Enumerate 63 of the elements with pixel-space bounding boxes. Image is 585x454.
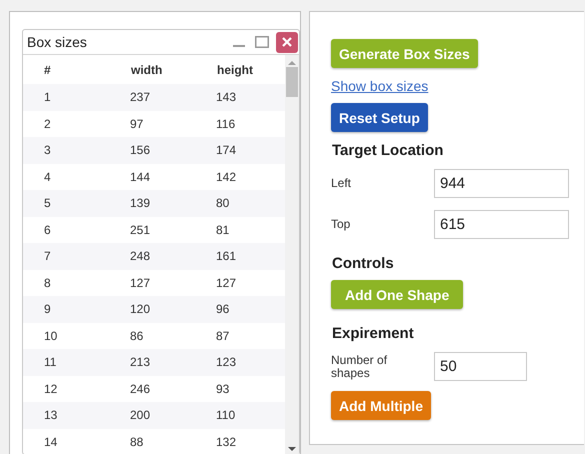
table-cell: 132 bbox=[216, 428, 286, 454]
table-cell: 116 bbox=[216, 110, 286, 137]
field-label: Number of shapes bbox=[331, 354, 388, 380]
table-cell: 86 bbox=[130, 322, 216, 349]
column-header: height bbox=[216, 55, 286, 84]
table-cell: 110 bbox=[216, 402, 286, 428]
close-button[interactable] bbox=[276, 32, 298, 52]
table-cell: 13 bbox=[23, 402, 130, 428]
link[interactable]: Show box sizes bbox=[331, 78, 428, 94]
column-header: # bbox=[23, 55, 130, 84]
table-cell: 213 bbox=[130, 349, 216, 376]
table-cell: 3 bbox=[23, 137, 130, 164]
table-cell: 6 bbox=[23, 216, 130, 243]
table-cell: 11 bbox=[23, 349, 130, 376]
table-cell: 248 bbox=[130, 243, 216, 270]
table-cell: 93 bbox=[216, 376, 286, 402]
input-field[interactable]: 615 bbox=[434, 210, 569, 239]
table-cell: 7 bbox=[23, 243, 130, 270]
table-cell: 4 bbox=[23, 164, 130, 190]
table-cell: 143 bbox=[216, 84, 286, 110]
input-field[interactable]: 944 bbox=[434, 169, 569, 198]
table-cell: 251 bbox=[130, 216, 216, 243]
table-cell: 81 bbox=[216, 216, 286, 243]
input-field[interactable]: 50 bbox=[434, 352, 527, 381]
section-heading: Expirement bbox=[332, 325, 414, 342]
table-cell: 246 bbox=[130, 376, 216, 402]
table-cell: 96 bbox=[216, 296, 286, 322]
table-cell: 5 bbox=[23, 190, 130, 216]
table-cell: 12 bbox=[23, 376, 130, 402]
table-cell: 2 bbox=[23, 110, 130, 137]
table-cell: 127 bbox=[216, 270, 286, 296]
table-cell: 120 bbox=[130, 296, 216, 322]
field-label: Top bbox=[331, 218, 352, 231]
column-header: width bbox=[130, 55, 216, 84]
scrollbar-thumb[interactable] bbox=[286, 67, 298, 97]
table-cell: 237 bbox=[130, 84, 216, 110]
action-button[interactable]: Reset Setup bbox=[331, 103, 428, 132]
field-label: Left bbox=[331, 177, 352, 190]
table-cell: 14 bbox=[23, 428, 130, 454]
table-cell: 10 bbox=[23, 322, 130, 349]
table-cell: 97 bbox=[130, 110, 216, 137]
table-cell: 139 bbox=[130, 190, 216, 216]
section-heading: Controls bbox=[332, 255, 394, 272]
table-cell: 8 bbox=[23, 270, 130, 296]
table-cell: 80 bbox=[216, 190, 286, 216]
table-cell: 142 bbox=[216, 164, 286, 190]
table-cell: 87 bbox=[216, 322, 286, 349]
table-cell: 123 bbox=[216, 349, 286, 376]
table-cell: 156 bbox=[130, 137, 216, 164]
window-title: Box sizes bbox=[27, 34, 88, 50]
table-cell: 200 bbox=[130, 402, 216, 428]
table-cell: 127 bbox=[130, 270, 216, 296]
table-cell: 144 bbox=[130, 164, 216, 190]
table-cell: 9 bbox=[23, 296, 130, 322]
scroll-down-icon[interactable] bbox=[288, 446, 296, 452]
maximize-icon[interactable] bbox=[255, 36, 269, 48]
section-heading: Target Location bbox=[332, 142, 444, 159]
table-cell: 174 bbox=[216, 137, 286, 164]
scrollbar[interactable] bbox=[285, 55, 299, 454]
table-cell: 161 bbox=[216, 243, 286, 270]
table-cell: 1 bbox=[23, 84, 130, 110]
close-icon[interactable] bbox=[282, 37, 292, 47]
table-cell: 88 bbox=[130, 428, 216, 454]
